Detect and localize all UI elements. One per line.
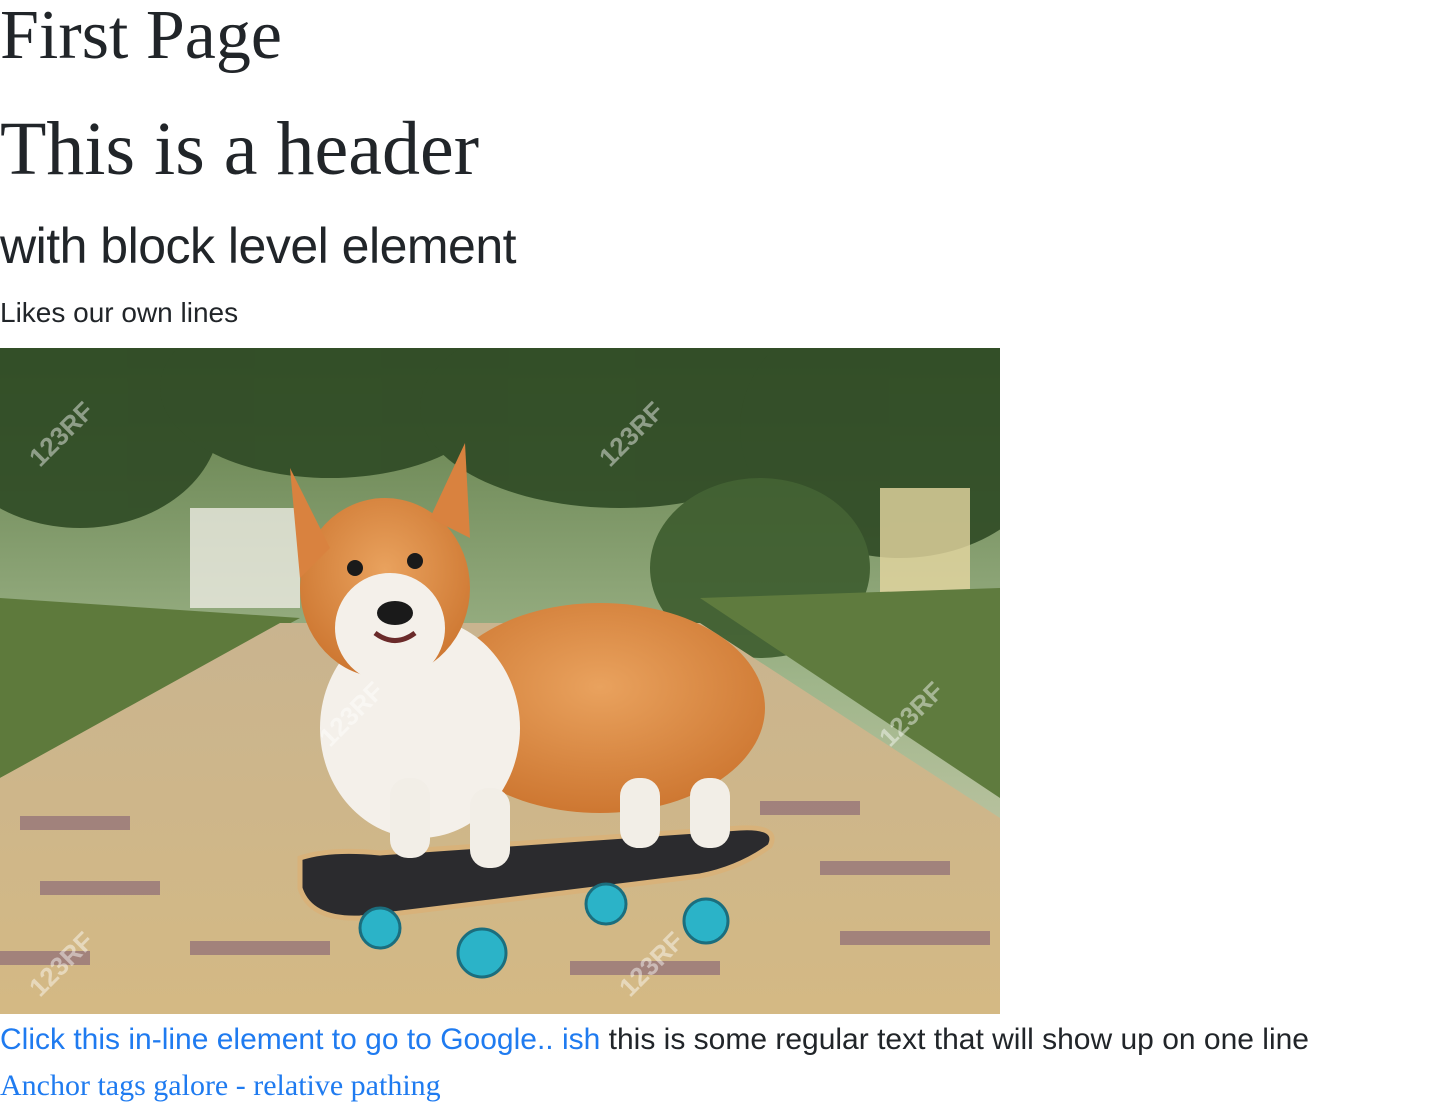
anchor-line: Anchor tags galore - relative pathing <box>0 1068 441 1104</box>
paragraph-text: Likes our own lines <box>0 297 239 328</box>
relative-path-link[interactable]: Anchor tags galore - relative pathing <box>0 1069 441 1102</box>
google-link[interactable]: Click this in-line element to go to Goog… <box>0 1023 600 1056</box>
block-level-subheading: with block level element <box>0 218 517 274</box>
header-heading: This is a header <box>0 107 480 191</box>
inline-text-line: Click this in-line element to go to Goog… <box>0 1020 1309 1060</box>
regular-inline-text: this is some regular text that will show… <box>600 1023 1309 1056</box>
page-title: First Page <box>0 0 282 74</box>
corgi-skateboard-image: 123RF 123RF 123RF 123RF 123RF 123RF <box>0 348 1000 1014</box>
